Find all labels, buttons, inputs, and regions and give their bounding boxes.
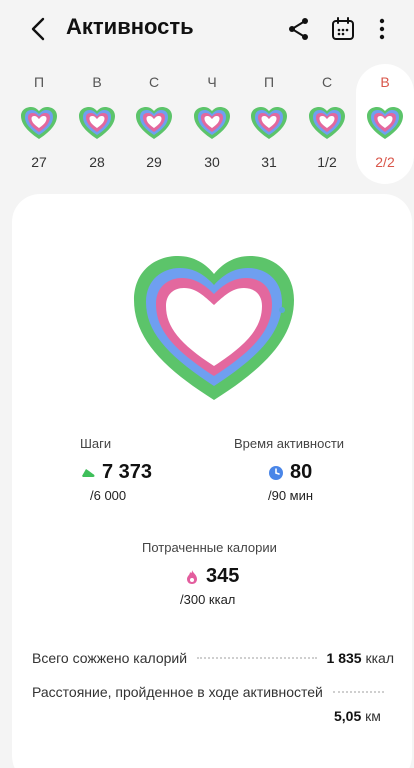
steps-value: 7 373 — [102, 461, 153, 483]
weekday-letter: С — [321, 74, 333, 90]
share-icon[interactable] — [286, 16, 312, 42]
heart-ring-icon — [309, 107, 345, 139]
steps-goal: /6 000 — [90, 488, 127, 503]
steps-label: Шаги — [80, 436, 112, 451]
total-calories-value: 1 835 — [326, 650, 362, 666]
day-item[interactable]: П 31 — [240, 64, 298, 184]
day-item[interactable]: С 29 — [125, 64, 183, 184]
more-options-icon[interactable] — [372, 16, 392, 42]
shoe-icon — [82, 468, 95, 477]
page-title: Активность — [66, 14, 194, 39]
total-calories-label: Всего сожжено калорий — [32, 650, 188, 666]
heart-ring-icon — [136, 107, 172, 139]
date-number: 27 — [31, 154, 47, 170]
calories-label: Потраченные калории — [142, 540, 277, 555]
calories-goal: /300 ккал — [180, 592, 236, 607]
weekday-letter: П — [263, 74, 275, 90]
back-arrow-icon[interactable] — [26, 16, 52, 42]
weekday-letter: Ч — [207, 74, 217, 90]
heart-ring-icon — [251, 107, 287, 139]
flame-icon — [187, 569, 197, 584]
heart-ring-icon — [21, 107, 57, 139]
calories-stat[interactable]: Потраченные калории 345 /300 ккал — [142, 540, 277, 607]
total-calories-row: Всего сожжено калорий 1 835 ккал — [32, 650, 394, 666]
clock-icon — [269, 465, 283, 480]
total-calories-unit: ккал — [365, 650, 394, 666]
distance-value-group: 5,05 км — [334, 708, 381, 724]
dotted-leader — [197, 657, 317, 659]
heart-ring-icon — [367, 107, 403, 139]
day-item[interactable]: Ч 30 — [183, 64, 241, 184]
day-item[interactable]: В 28 — [68, 64, 126, 184]
heart-ring-icon — [194, 107, 230, 139]
calories-value: 345 — [206, 565, 240, 587]
date-number: 31 — [261, 154, 277, 170]
date-number: 2/2 — [375, 154, 395, 170]
active-time-stat[interactable]: Время активности 80 /90 мин — [234, 436, 344, 503]
active-time-label: Время активности — [234, 436, 345, 451]
active-time-value: 80 — [290, 461, 313, 483]
watermark: Calorizator.ru — [252, 740, 356, 757]
date-number: 30 — [204, 154, 220, 170]
weekday-letter: В — [380, 74, 390, 90]
weekday-letter: С — [148, 74, 160, 90]
distance-row: Расстояние, пройденное в ходе активносте… — [32, 684, 394, 700]
week-selector: П 27 В 28 С 29 Ч 30 П 31 С 1/2 В 2/2 — [0, 64, 414, 188]
activity-card: Шаги 7 373 /6 000 Время активности 80 /9… — [12, 194, 412, 768]
steps-stat[interactable]: Шаги 7 373 /6 000 — [80, 436, 152, 503]
calendar-icon[interactable] — [330, 16, 356, 42]
distance-unit: км — [365, 708, 381, 724]
activity-rings-heart — [134, 256, 294, 400]
day-item-selected[interactable]: В 2/2 — [356, 64, 414, 184]
distance-value: 5,05 — [334, 708, 362, 724]
top-app-bar: Активность — [0, 0, 414, 58]
weekday-letter: В — [92, 74, 102, 90]
weekday-letter: П — [33, 74, 45, 90]
distance-label: Расстояние, пройденное в ходе активносте… — [32, 684, 323, 700]
total-calories-value-group: 1 835 ккал — [327, 650, 394, 666]
date-number: 29 — [146, 154, 162, 170]
active-time-goal: /90 мин — [268, 488, 314, 503]
dotted-leader — [332, 691, 384, 693]
date-number: 28 — [89, 154, 105, 170]
day-item[interactable]: П 27 — [10, 64, 68, 184]
heart-ring-icon — [79, 107, 115, 139]
date-number: 1/2 — [317, 154, 337, 170]
day-item[interactable]: С 1/2 — [298, 64, 356, 184]
